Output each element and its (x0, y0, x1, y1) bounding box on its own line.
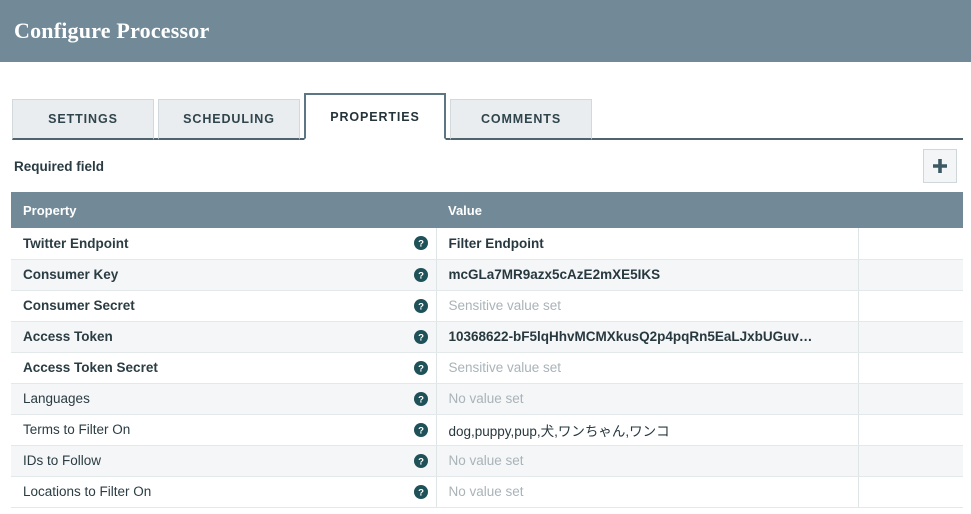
property-value: No value set (448, 453, 524, 468)
property-value-cell[interactable]: dog,puppy,pup,犬,ワンちゃん,ワンコ (436, 414, 859, 446)
help-circle-icon[interactable]: ? (413, 298, 428, 313)
table-row[interactable]: Consumer Secret? Sensitive value set (11, 290, 963, 322)
table-row[interactable]: IDs to Follow? No value set (11, 445, 963, 477)
table-row[interactable]: Terms to Filter On? dog,puppy,pup,犬,ワンちゃん… (11, 414, 963, 446)
property-name: Access Token Secret (23, 360, 158, 375)
column-header-property: Property (11, 192, 436, 228)
table-row[interactable]: Access Token Secret? Sensitive value set (11, 352, 963, 384)
tab-list: SETTINGS SCHEDULING PROPERTIES COMMENTS (12, 93, 971, 140)
configure-processor-dialog: Configure Processor SETTINGS SCHEDULING … (0, 0, 971, 514)
property-value-cell[interactable]: No value set (436, 445, 859, 477)
svg-text:?: ? (418, 425, 424, 436)
property-value: mcGLa7MR9azx5cAzE2mXE5IKS (448, 267, 661, 282)
help-circle-icon[interactable]: ? (413, 422, 428, 437)
property-value: Filter Endpoint (448, 235, 544, 251)
help-circle-icon[interactable]: ? (413, 236, 428, 251)
property-name-cell: Locations to Filter On? (11, 476, 437, 508)
property-name-cell: IDs to Follow? (11, 445, 437, 477)
required-field-label: Required field (14, 158, 105, 174)
property-value: dog,puppy,pup,犬,ワンちゃん,ワンコ (448, 423, 670, 439)
property-actions-cell (858, 414, 963, 446)
property-name: Languages (23, 391, 90, 406)
property-actions-cell (858, 352, 963, 384)
tab-properties[interactable]: PROPERTIES (304, 93, 446, 140)
property-value: Sensitive value set (448, 298, 562, 313)
table-row[interactable]: Twitter Endpoint? Filter Endpoint (11, 228, 963, 260)
property-name: IDs to Follow (23, 453, 102, 468)
property-value: Sensitive value set (448, 360, 562, 375)
table-body: Twitter Endpoint? Filter Endpoint Consumer… (11, 228, 963, 508)
svg-text:?: ? (418, 332, 424, 343)
tab-settings[interactable]: SETTINGS (12, 99, 154, 140)
property-name: Consumer Secret (23, 298, 135, 313)
svg-text:?: ? (418, 394, 424, 405)
property-name: Consumer Key (23, 267, 119, 282)
plus-icon (933, 159, 947, 173)
property-actions-cell (858, 321, 963, 353)
property-value-cell[interactable]: No value set (436, 383, 859, 415)
property-value: No value set (448, 484, 524, 499)
property-actions-cell (858, 383, 963, 415)
property-actions-cell (858, 445, 963, 477)
property-name-cell: Languages? (11, 383, 437, 415)
svg-text:?: ? (418, 239, 424, 250)
svg-text:?: ? (418, 456, 424, 467)
property-name: Access Token (23, 329, 113, 344)
property-name: Locations to Filter On (23, 484, 152, 499)
svg-text:?: ? (418, 301, 424, 312)
help-circle-icon[interactable]: ? (413, 360, 428, 375)
properties-table-wrapper: Property Value Twitter Endpoint? Filter E… (0, 192, 971, 508)
property-value-cell[interactable]: No value set (436, 476, 859, 508)
table-row[interactable]: Locations to Filter On? No value set (11, 476, 963, 508)
property-value: No value set (448, 391, 524, 406)
property-value: 10368622-bF5lqHhvMCMXkusQ2p4pqRn5EaLJxbU… (448, 329, 813, 344)
add-property-button[interactable] (923, 149, 957, 183)
property-name-cell: Consumer Secret? (11, 290, 437, 322)
property-actions-cell (858, 228, 963, 260)
table-row[interactable]: Access Token? 10368622-bF5lqHhvMCMXkusQ2p… (11, 321, 963, 353)
help-circle-icon[interactable]: ? (413, 453, 428, 468)
help-circle-icon[interactable]: ? (413, 484, 428, 499)
tab-properties-label: PROPERTIES (330, 109, 420, 124)
property-name-cell: Twitter Endpoint? (11, 228, 437, 260)
property-value-cell[interactable]: Filter Endpoint (436, 228, 859, 260)
property-value-cell[interactable]: Sensitive value set (436, 352, 859, 384)
property-name-cell: Access Token? (11, 321, 437, 353)
property-actions-cell (858, 476, 963, 508)
table-row[interactable]: Consumer Key? mcGLa7MR9azx5cAzE2mXE5IKS (11, 259, 963, 291)
tab-comments[interactable]: COMMENTS (450, 99, 592, 140)
help-circle-icon[interactable]: ? (413, 329, 428, 344)
table-row[interactable]: Languages? No value set (11, 383, 963, 415)
table-header: Property Value (11, 192, 963, 228)
svg-text:?: ? (418, 487, 424, 498)
property-name: Twitter Endpoint (23, 235, 129, 251)
tab-comments-label: COMMENTS (480, 112, 562, 126)
property-value-cell[interactable]: 10368622-bF5lqHhvMCMXkusQ2p4pqRn5EaLJxbU… (436, 321, 859, 353)
property-value-cell[interactable]: Sensitive value set (436, 290, 859, 322)
dialog-titlebar: Configure Processor (0, 0, 971, 62)
property-name-cell: Terms to Filter On? (11, 414, 437, 446)
page-title: Configure Processor (14, 18, 210, 43)
property-actions-cell (858, 259, 963, 291)
property-name-cell: Consumer Key? (11, 259, 437, 291)
svg-text:?: ? (418, 270, 424, 281)
svg-text:?: ? (418, 363, 424, 374)
table-header-row: Property Value (11, 192, 963, 228)
column-header-extra (858, 192, 963, 228)
property-name: Terms to Filter On (23, 422, 131, 437)
column-header-value: Value (436, 192, 858, 228)
tab-scheduling[interactable]: SCHEDULING (158, 99, 300, 140)
tab-scheduling-label: SCHEDULING (183, 112, 275, 126)
help-circle-icon[interactable]: ? (413, 391, 428, 406)
tabstrip: SETTINGS SCHEDULING PROPERTIES COMMENTS (0, 93, 971, 140)
properties-toolbar: Required field (0, 140, 971, 192)
property-name-cell: Access Token Secret? (11, 352, 437, 384)
property-value-cell[interactable]: mcGLa7MR9azx5cAzE2mXE5IKS (436, 259, 859, 291)
tab-settings-label: SETTINGS (48, 112, 118, 126)
properties-table: Property Value Twitter Endpoint? Filter E… (11, 192, 963, 508)
property-actions-cell (858, 290, 963, 322)
help-circle-icon[interactable]: ? (413, 267, 428, 282)
